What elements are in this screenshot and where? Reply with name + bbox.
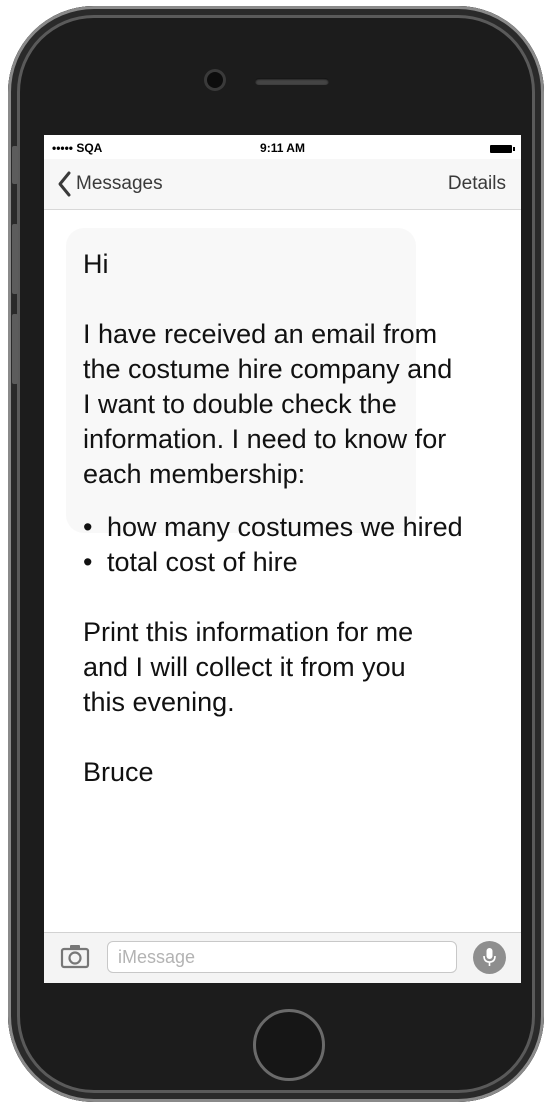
back-button-label: Messages: [76, 173, 163, 194]
status-bar: ••••• SQA 9:11 AM: [44, 135, 521, 159]
details-button[interactable]: Details: [448, 173, 506, 195]
volume-up-button: [12, 224, 18, 294]
back-button[interactable]: Messages: [56, 170, 163, 198]
message-body-line: information. I need to know for: [83, 424, 447, 454]
message-greeting: Hi: [83, 249, 109, 279]
message-thread: Hi I have received an email from the cos…: [44, 210, 521, 932]
phone-screen: ••••• SQA 9:11 AM Messages Details Hi I …: [44, 135, 521, 983]
volume-down-button: [12, 314, 18, 384]
bullet-item: how many costumes we hired: [83, 510, 515, 545]
mute-switch: [12, 146, 18, 184]
microphone-icon: [483, 948, 496, 966]
message-closing-line: this evening.: [83, 687, 235, 717]
front-camera: [207, 72, 223, 88]
camera-icon[interactable]: [60, 943, 90, 969]
message-closing-line: Print this information for me: [83, 617, 414, 647]
message-body-line: I have received an email from: [83, 319, 438, 349]
message-body-line: the costume hire company and: [83, 354, 453, 384]
earpiece-speaker: [255, 78, 329, 85]
status-time: 9:11 AM: [260, 141, 305, 155]
message-body-line: each membership:: [83, 459, 306, 489]
compose-bar: [44, 932, 521, 983]
home-button[interactable]: [253, 1009, 325, 1081]
bullet-list: how many costumes we hired total cost of…: [83, 510, 515, 580]
message-body-line: I want to double check the: [83, 389, 397, 419]
bullet-item: total cost of hire: [83, 545, 515, 580]
chevron-left-icon: [58, 171, 71, 197]
navigation-bar: Messages Details: [44, 159, 521, 210]
message-signature: Bruce: [83, 757, 154, 787]
message-closing-line: and I will collect it from you: [83, 652, 406, 682]
battery-icon: [490, 145, 515, 153]
imessage-input[interactable]: [107, 941, 457, 973]
microphone-button[interactable]: [473, 941, 506, 974]
message-text: Hi I have received an email from the cos…: [83, 247, 515, 790]
